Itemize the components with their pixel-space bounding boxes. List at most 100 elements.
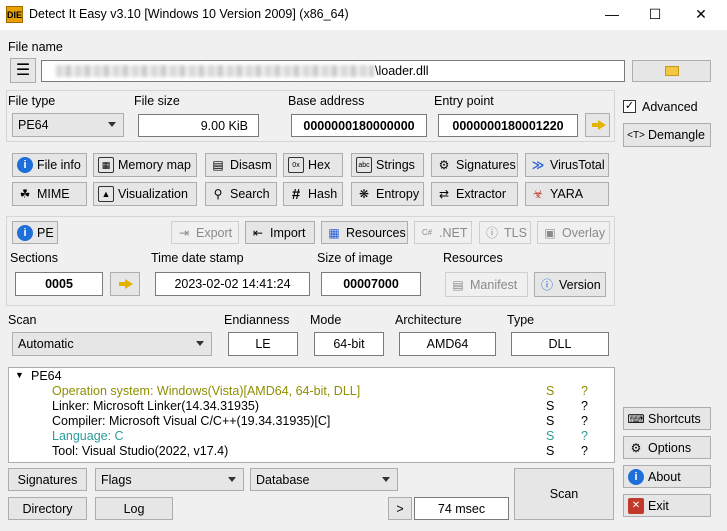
about-button[interactable]: i About [623, 465, 711, 488]
overlay-button[interactable]: ▣ Overlay [537, 221, 610, 244]
signatures-tool-button[interactable]: ⚙ Signatures [431, 153, 518, 177]
result-tool-s[interactable]: S [546, 444, 554, 458]
results-tree[interactable]: ▼ PE64 Operation system: Windows(Vista)[… [8, 367, 615, 463]
import-button[interactable]: ⇤ Import [245, 221, 315, 244]
file-size-value: 9.00 KiB [138, 114, 259, 137]
entropy-label: Entropy [376, 187, 420, 201]
yara-button[interactable]: ☣ YARA [525, 182, 609, 206]
hash-button[interactable]: # Hash [283, 182, 343, 206]
file-info-button[interactable]: i File info [12, 153, 87, 177]
extractor-icon: ⇄ [438, 187, 450, 201]
hash-icon: # [291, 185, 301, 203]
close-button[interactable]: ✕ [678, 0, 724, 30]
open-file-button[interactable] [632, 60, 711, 82]
minimize-button[interactable]: — [589, 0, 635, 30]
manifest-button[interactable]: ▤ Manifest [445, 272, 528, 297]
result-compiler[interactable]: Compiler: Microsoft Visual C/C++(19.34.3… [52, 414, 330, 428]
search-label: Search [230, 187, 270, 201]
options-button[interactable]: ⚙ Options [623, 436, 711, 459]
options-label: Options [648, 440, 692, 455]
disasm-label: Disasm [230, 158, 272, 172]
result-linker[interactable]: Linker: Microsoft Linker(14.34.31935) [52, 399, 259, 413]
image-icon: ▲ [98, 186, 114, 202]
pe-button[interactable]: i PE [12, 221, 58, 244]
result-compiler-s[interactable]: S [546, 414, 554, 428]
database-select[interactable]: Database [250, 468, 398, 491]
exit-label: Exit [648, 498, 669, 513]
entry-point-go-button[interactable] [585, 113, 610, 137]
more-button[interactable]: > [388, 497, 412, 520]
virustotal-button[interactable]: ≫ VirusTotal [525, 153, 609, 177]
strings-icon: abc [356, 157, 372, 173]
endianness-label: Endianness [224, 313, 290, 327]
result-tool-q[interactable]: ? [581, 444, 588, 458]
version-icon: ⓘ [540, 278, 553, 292]
flags-select[interactable]: Flags [95, 468, 244, 491]
demangle-button[interactable]: <T> Demangle [623, 123, 711, 147]
sections-go-button[interactable] [110, 272, 140, 296]
disasm-icon: ▤ [212, 158, 224, 172]
mime-button[interactable]: ☘ MIME [12, 182, 87, 206]
yara-icon: ☣ [532, 187, 544, 201]
results-root[interactable]: PE64 [31, 369, 62, 383]
tls-button[interactable]: ⓘ TLS [479, 221, 531, 244]
file-menu-button[interactable]: ☰ [10, 58, 36, 83]
size-of-image-value: 00007000 [321, 272, 421, 296]
maximize-button[interactable]: ☐ [632, 0, 678, 30]
result-language-s[interactable]: S [546, 429, 554, 443]
collapse-icon[interactable]: ▼ [15, 370, 24, 380]
architecture-value: AMD64 [399, 332, 496, 356]
mime-icon: ☘ [19, 187, 31, 201]
import-label: Import [270, 225, 306, 240]
result-language[interactable]: Language: C [52, 429, 124, 443]
log-button[interactable]: Log [95, 497, 173, 520]
result-linker-s[interactable]: S [546, 399, 554, 413]
entry-point-label: Entry point [434, 94, 494, 108]
pe-label: PE [37, 225, 54, 240]
info-icon: ⓘ [485, 226, 498, 240]
exit-button[interactable]: ✕ Exit [623, 494, 711, 517]
info-icon: i [17, 224, 33, 241]
chevron-down-icon [196, 341, 204, 346]
scan-mode-select[interactable]: Automatic [12, 332, 212, 356]
timestamp-label: Time date stamp [151, 251, 244, 265]
disasm-button[interactable]: ▤ Disasm [205, 153, 277, 177]
scan-mode-value: Automatic [18, 337, 74, 351]
hash-label: Hash [308, 187, 338, 201]
memory-map-button[interactable]: ▦ Memory map [93, 153, 197, 177]
result-compiler-q[interactable]: ? [581, 414, 588, 428]
visualization-button[interactable]: ▲ Visualization [93, 182, 197, 206]
hex-icon: 0x [288, 157, 304, 173]
shortcuts-button[interactable]: ⌨ Shortcuts [623, 407, 711, 430]
mime-label: MIME [37, 187, 70, 201]
resources-button[interactable]: ▦ Resources [321, 221, 408, 244]
net-button[interactable]: C# .NET [414, 221, 472, 244]
scan-button[interactable]: Scan [514, 468, 614, 520]
strings-button[interactable]: abc Strings [351, 153, 424, 177]
export-button[interactable]: ⇥ Export [171, 221, 239, 244]
visualization-label: Visualization [118, 187, 188, 201]
version-button[interactable]: ⓘ Version [534, 272, 606, 297]
search-button[interactable]: ⚲ Search [205, 182, 277, 206]
result-os-s[interactable]: S [546, 384, 554, 398]
directory-button[interactable]: Directory [8, 497, 87, 520]
result-tool[interactable]: Tool: Visual Studio(2022, v17.4) [52, 444, 228, 458]
result-linker-q[interactable]: ? [581, 399, 588, 413]
advanced-checkbox[interactable]: ✓ [623, 100, 636, 113]
entry-point-value[interactable]: 0000000180001220 [438, 114, 578, 137]
entropy-button[interactable]: ❋ Entropy [351, 182, 424, 206]
hex-button[interactable]: 0x Hex [283, 153, 343, 177]
chevron-down-icon [108, 122, 116, 127]
net-label: .NET [439, 225, 468, 240]
result-os[interactable]: Operation system: Windows(Vista)[AMD64, … [52, 384, 360, 398]
file-path-field[interactable]: \loader.dll [41, 60, 625, 82]
result-os-q[interactable]: ? [581, 384, 588, 398]
search-icon: ⚲ [213, 187, 223, 201]
extractor-button[interactable]: ⇄ Extractor [431, 182, 518, 206]
result-language-q[interactable]: ? [581, 429, 588, 443]
endianness-value: LE [228, 332, 298, 356]
advanced-label[interactable]: Advanced [642, 100, 698, 114]
signatures-button[interactable]: Signatures [8, 468, 87, 491]
file-type-select[interactable]: PE64 [12, 113, 124, 137]
base-address-value[interactable]: 0000000180000000 [291, 114, 427, 137]
